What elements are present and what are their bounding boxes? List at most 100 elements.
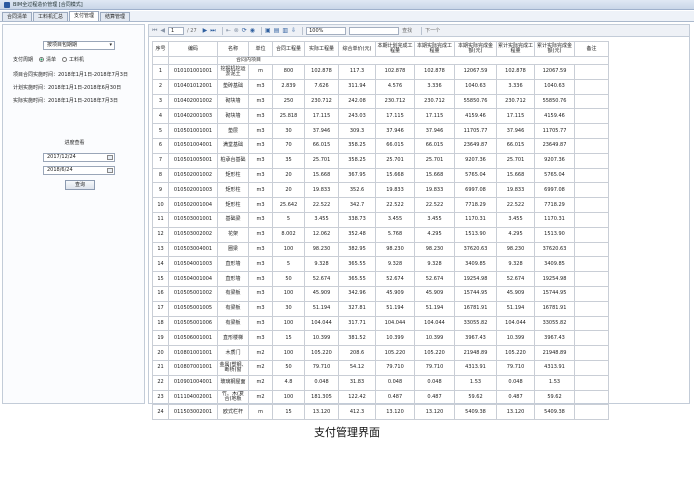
table-cell: 21948.89 — [534, 345, 575, 361]
find-button[interactable]: 查找 — [402, 27, 412, 34]
table-cell: 104.044 — [414, 315, 455, 332]
last-page-icon[interactable]: ⏭ — [210, 27, 215, 34]
period-radio-group: 支付周期 清单 工料机 — [13, 55, 143, 63]
table-cell: 1513.90 — [534, 226, 575, 243]
table-cell: 98.230 — [496, 241, 535, 258]
table-cell: 23649.87 — [534, 137, 575, 154]
table-cell: 9207.36 — [454, 152, 497, 169]
tab-payment-management[interactable]: 支付管理 — [69, 11, 100, 21]
find-input[interactable] — [349, 26, 400, 35]
table-cell: 51.194 — [414, 300, 455, 317]
table-cell: 010505001005 — [168, 300, 218, 317]
table-row: 14 010504001003 直形墙 m3 5 9.328 365.55 9.328 9.32… — [152, 256, 609, 273]
table-cell: 010402001003 — [168, 108, 218, 125]
stop-icon[interactable]: ⊗ — [234, 27, 239, 34]
start-date-input[interactable]: 2017/12/24 — [43, 153, 115, 162]
table-cell: 有梁板 — [217, 315, 249, 332]
export-icon[interactable]: ⇩ — [291, 27, 296, 34]
col-header: 本期实际完成工程量 — [414, 41, 455, 57]
table-cell: 直形墙 — [217, 256, 249, 273]
page-number-input[interactable]: 1 — [168, 26, 185, 35]
parameters-icon[interactable]: ◉ — [250, 27, 255, 34]
table-cell: 50 — [272, 271, 305, 287]
table-cell: 45.909 — [304, 285, 339, 302]
table-row: 12 010503002002 花架 m3 8.002 12.062 352.48 5.768… — [152, 226, 609, 243]
table-cell: 0.048 — [304, 374, 339, 391]
table-cell: 100 — [272, 345, 305, 361]
calendar-icon[interactable] — [107, 155, 113, 160]
table-cell: m3 — [248, 123, 273, 139]
page-setup-icon[interactable]: ▥ — [282, 27, 288, 34]
table-cell: 010502001004 — [168, 197, 218, 213]
window-title: BIM全过程造价管理 [合同模式] — [13, 2, 83, 8]
calendar-icon[interactable] — [107, 168, 113, 173]
tab-settlement-management[interactable]: 结算管理 — [100, 12, 131, 21]
table-cell: m3 — [248, 108, 273, 125]
table-cell: 金属(塑钢、断桥)窗 — [217, 359, 249, 376]
radio-material[interactable] — [62, 56, 68, 62]
table-cell: 22.522 — [414, 197, 455, 213]
table-cell: 玻璃钢屋面 — [217, 374, 249, 391]
first-page-icon[interactable]: ⏮ — [152, 27, 157, 34]
table-cell: 花架 — [217, 226, 249, 243]
table-cell: 105.220 — [304, 345, 339, 361]
period-mode-select[interactable]: 按项目包期期 ▾ — [43, 41, 115, 50]
table-cell: 9 — [152, 182, 169, 199]
radio-list[interactable] — [39, 56, 45, 62]
table-cell: m2 — [248, 359, 273, 376]
table-cell: 2.839 — [272, 78, 305, 95]
table-cell: 3409.85 — [534, 256, 575, 273]
col-header: 本期计划完成工程量 — [375, 41, 415, 57]
table-cell: 12067.59 — [454, 64, 497, 80]
find-next-button[interactable]: 下一个 — [425, 27, 440, 34]
table-cell: 挖掘机挖运淤泥土 — [217, 64, 249, 80]
table-cell: 9.328 — [375, 256, 415, 273]
table-cell: 3967.43 — [454, 330, 497, 347]
table-cell: 3.455 — [304, 211, 339, 228]
table-cell: 13.120 — [304, 404, 339, 421]
end-date-input[interactable]: 2018/6/24 — [43, 166, 115, 175]
table-cell: 25.701 — [496, 152, 535, 169]
table-cell: 9207.36 — [534, 152, 575, 169]
tab-contract-list[interactable]: 合同清单 — [2, 12, 33, 21]
query-button[interactable]: 查询 — [65, 180, 95, 190]
period-label: 支付周期 — [13, 56, 34, 63]
table-cell: 010402001002 — [168, 93, 218, 110]
table-cell: 20 — [272, 167, 305, 184]
back-icon[interactable]: ⇤ — [226, 27, 231, 34]
table-cell: 10.399 — [375, 330, 415, 347]
table-cell: 100 — [272, 241, 305, 258]
table-cell: 102.878 — [414, 64, 455, 80]
table-cell — [574, 167, 609, 184]
start-date-value: 2017/12/24 — [47, 154, 76, 160]
table-cell: 15.668 — [375, 167, 415, 184]
table-cell: 6997.08 — [454, 182, 497, 199]
table-cell: 4313.91 — [454, 359, 497, 376]
table-cell: 21 — [152, 359, 169, 376]
table-cell: 37620.63 — [534, 241, 575, 258]
prev-page-icon[interactable]: ◀ — [160, 27, 165, 34]
contract-period-info: 项目合同实施时间：2018年1月1日-2018年7月3日 — [13, 72, 128, 78]
next-page-icon[interactable]: ▶ — [203, 27, 208, 34]
group-label: 合同内项目 — [217, 56, 609, 65]
zoom-select[interactable]: 100% — [306, 26, 347, 35]
table-cell: 5 — [152, 123, 169, 139]
table-cell: 412.3 — [338, 404, 376, 421]
table-row: 16 010505001002 有梁板 m3 100 45.909 342.96 45.909… — [152, 285, 609, 302]
table-cell: 8.002 — [272, 226, 305, 243]
print-icon[interactable]: ▣ — [265, 27, 271, 34]
table-cell: 342.96 — [338, 285, 376, 302]
table-cell: 25.701 — [304, 152, 339, 169]
table-cell: m2 — [248, 374, 273, 391]
table-cell: 1.53 — [534, 374, 575, 391]
table-cell: 55850.76 — [454, 93, 497, 110]
table-cell — [152, 56, 169, 65]
toolbar-divider — [421, 26, 423, 35]
table-cell: 砌块墙 — [217, 93, 249, 110]
table-cell: 20 — [152, 345, 169, 361]
tab-material-summary[interactable]: 工料机汇总 — [33, 12, 69, 21]
refresh-icon[interactable]: ⟳ — [242, 27, 247, 34]
print-layout-icon[interactable]: ▤ — [274, 27, 280, 34]
table-cell: 4.576 — [375, 78, 415, 95]
table-cell: 23 — [152, 389, 169, 406]
